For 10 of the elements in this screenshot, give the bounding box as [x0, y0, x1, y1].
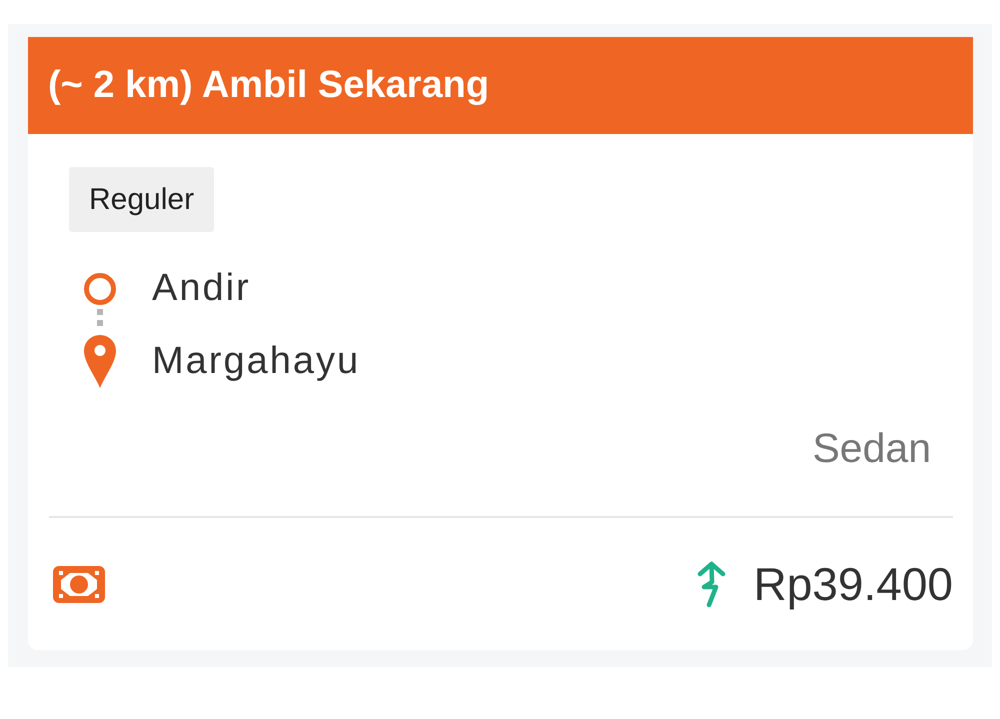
place-name: Andir [152, 267, 252, 310]
header-title: (~ 2 km) Ambil Sekarang [48, 64, 490, 107]
place-name: Margahayu [152, 340, 362, 383]
banknote-icon [53, 566, 105, 603]
dotted-line-icon [97, 308, 103, 326]
ring-icon [84, 272, 116, 304]
vehicle-type: Sedan [812, 425, 931, 472]
service-tag: Reguler [69, 167, 214, 232]
price-amount: Rp39.400 [754, 557, 953, 612]
map-pin-icon [84, 335, 116, 388]
